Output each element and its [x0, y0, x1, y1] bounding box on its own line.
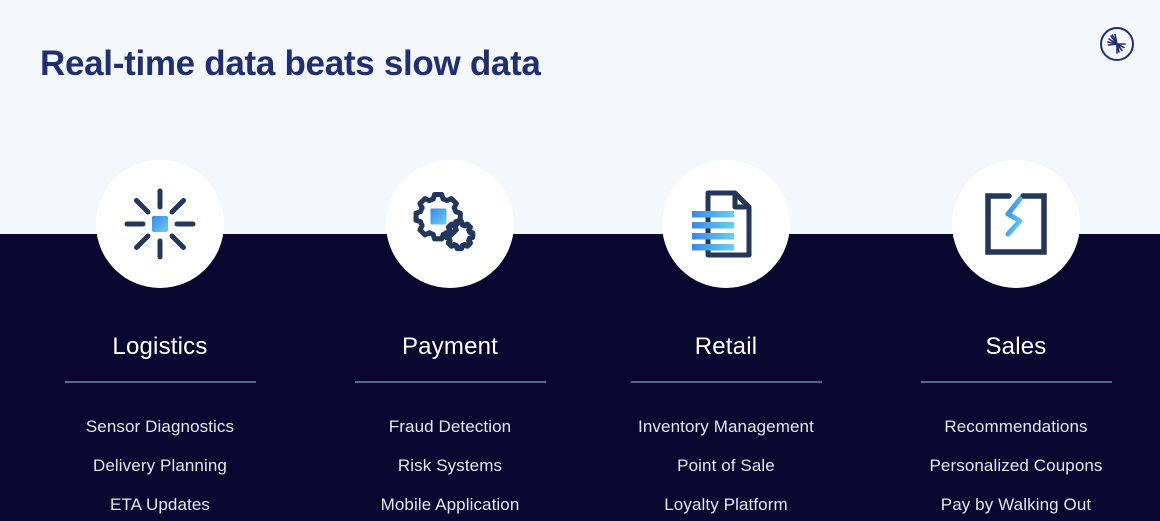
bracket-lightning-icon	[952, 160, 1080, 288]
column-item-list: Sensor Diagnostics Delivery Planning ETA…	[86, 407, 234, 521]
list-item: ETA Updates	[109, 495, 210, 514]
list-item: Mobile Application	[380, 495, 520, 514]
list-item: Personalized Coupons	[929, 456, 1103, 475]
column-title: Logistics	[112, 333, 208, 360]
burst-asterisk-logo-icon	[1098, 25, 1136, 63]
list-item: Loyalty Platform	[664, 495, 788, 514]
slide-root: Real-time data beats slow data Logistics…	[0, 0, 1160, 521]
column-divider	[920, 381, 1112, 383]
page-title: Real-time data beats slow data	[40, 44, 541, 83]
category-column-logistics: Logistics Sensor Diagnostics Delivery Pl…	[15, 160, 305, 521]
list-item: Point of Sale	[677, 456, 775, 475]
category-column-payment: Payment Fraud Detection Risk Systems Mob…	[305, 160, 595, 521]
list-item: Fraud Detection	[388, 417, 512, 436]
column-divider	[64, 381, 256, 383]
list-item: Recommendations	[944, 417, 1088, 436]
column-item-list: Inventory Management Point of Sale Loyal…	[638, 407, 814, 521]
column-item-list: Recommendations Personalized Coupons Pay…	[929, 407, 1102, 521]
column-title: Payment	[401, 333, 499, 360]
column-item-list: Fraud Detection Risk Systems Mobile Appl…	[381, 407, 520, 521]
list-item: Delivery Planning	[92, 456, 227, 475]
document-lines-icon	[662, 160, 790, 288]
list-item: Inventory Management	[638, 417, 814, 436]
list-item: Pay by Walking Out	[940, 495, 1092, 514]
category-column-retail: Retail Inventory Management Point of Sal…	[581, 160, 871, 521]
column-divider	[630, 381, 822, 383]
list-item: Risk Systems	[397, 456, 503, 475]
burst-radial-icon	[96, 160, 224, 288]
column-title: Sales	[985, 333, 1047, 360]
gears-icon	[386, 160, 514, 288]
list-item: Sensor Diagnostics	[85, 417, 235, 436]
column-divider	[354, 381, 546, 383]
category-column-sales: Sales Recommendations Personalized Coupo…	[871, 160, 1160, 521]
column-title: Retail	[694, 333, 758, 360]
